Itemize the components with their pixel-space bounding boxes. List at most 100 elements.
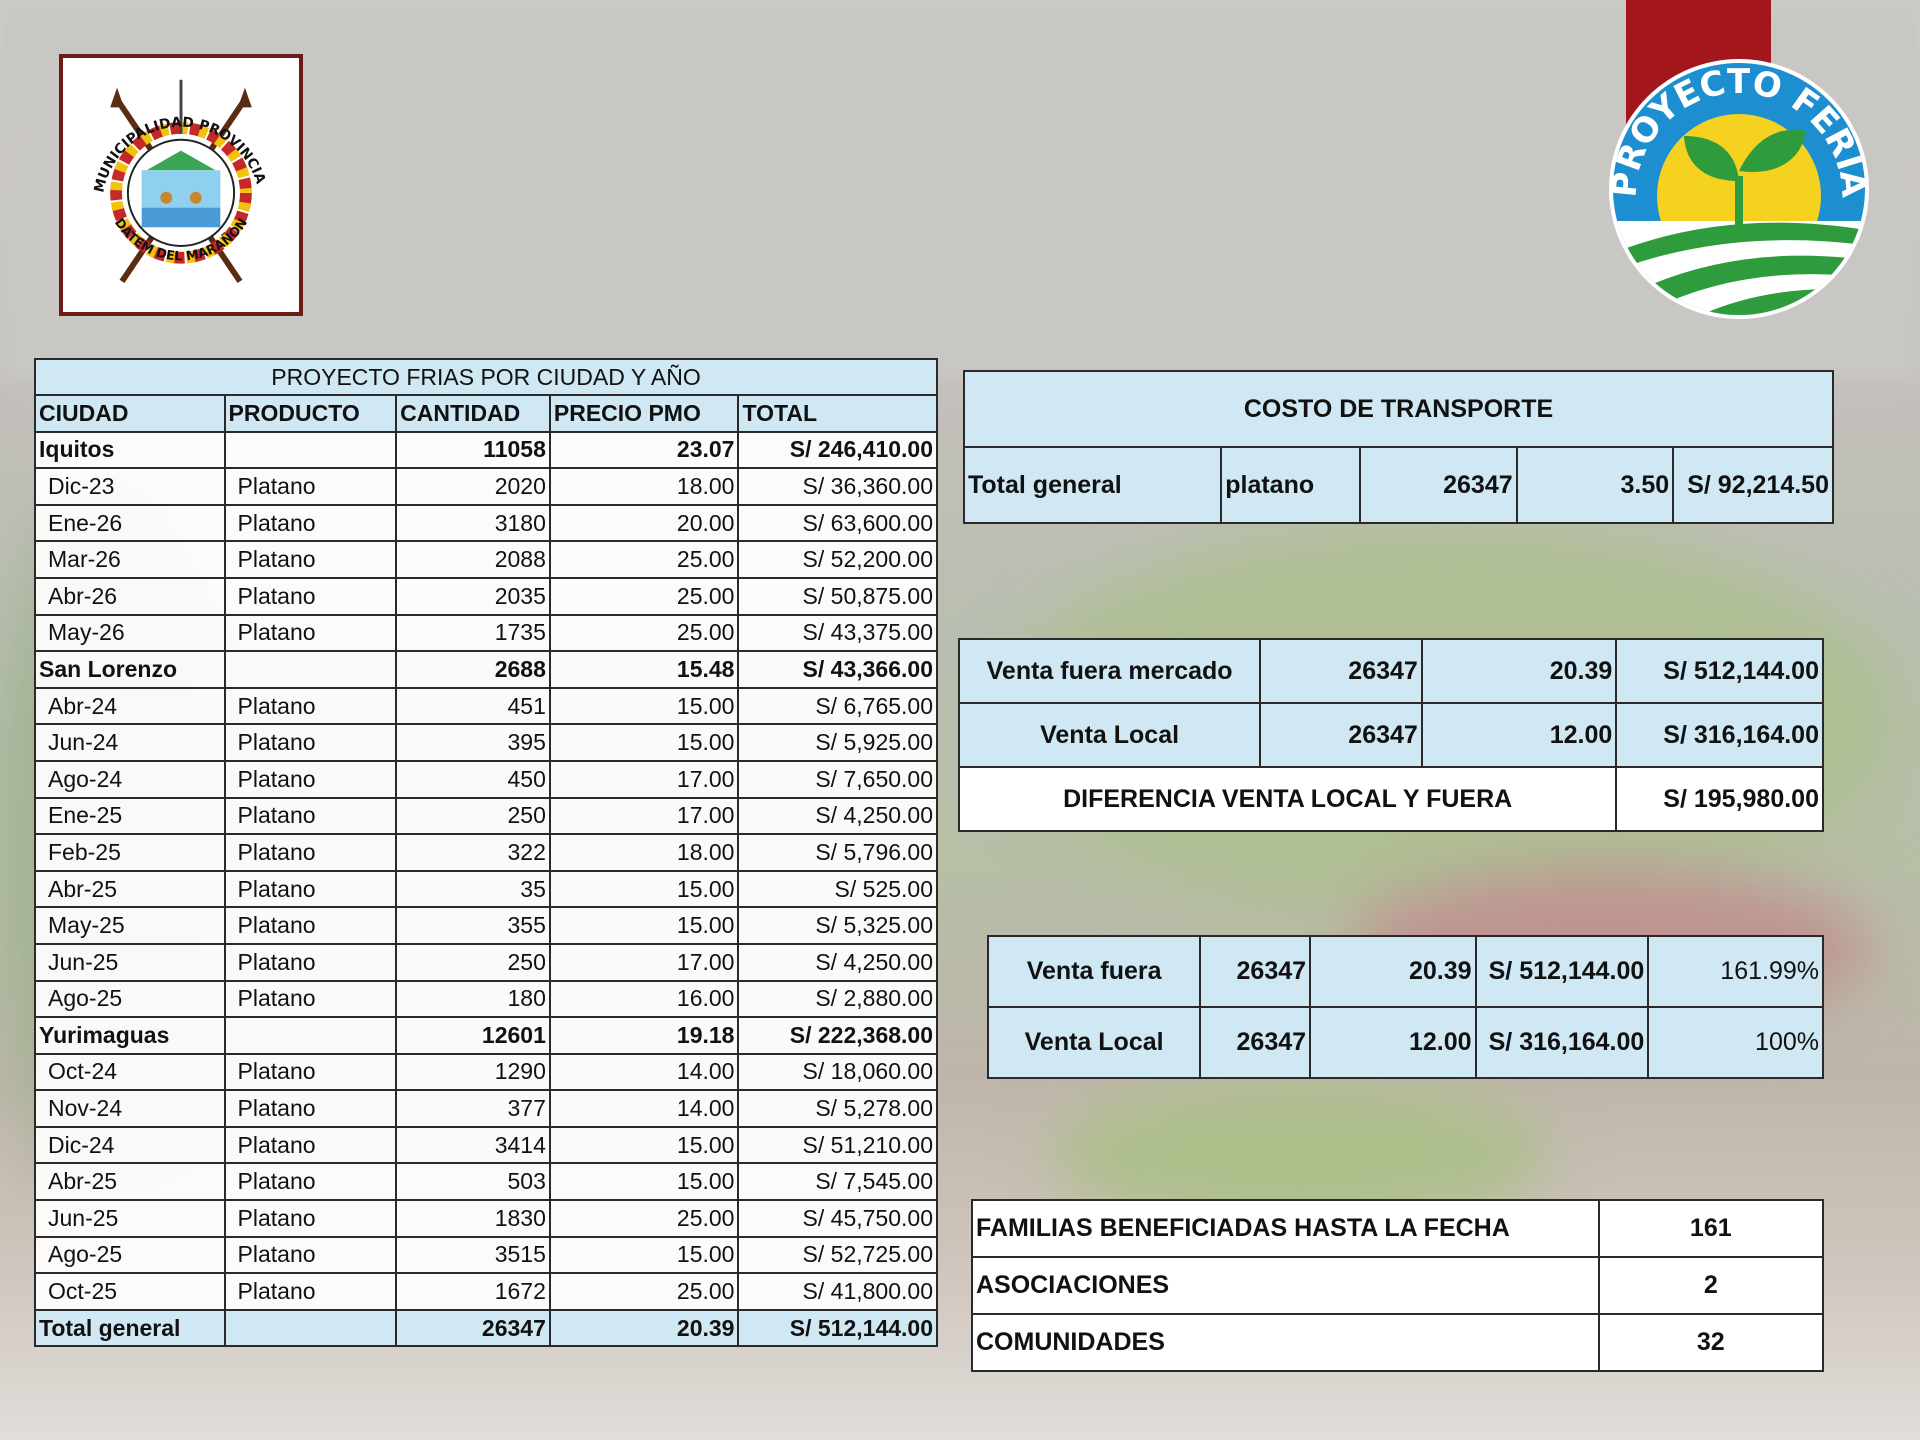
cell-total: S/ 43,366.00 bbox=[737, 650, 938, 689]
cell-precio: 25.00 bbox=[548, 1272, 740, 1311]
cell-producto: Platano bbox=[223, 796, 398, 836]
cell-producto: Platano bbox=[223, 503, 398, 543]
cell-producto: Platano bbox=[223, 1162, 398, 1202]
feria-seal-icon: PROYECTO FERIA bbox=[1604, 59, 1874, 319]
comparacion-local-pct: 100% bbox=[1647, 1006, 1824, 1079]
cell-total: S/ 4,250.00 bbox=[737, 796, 938, 836]
cell-producto bbox=[223, 1308, 398, 1348]
cell-producto: Platano bbox=[223, 1125, 398, 1165]
table-row: Ago-25 Platano 180 16.00 S/ 2,880.00 bbox=[34, 979, 938, 1019]
cell-cantidad: 395 bbox=[395, 723, 551, 762]
table-row: Ago-24 Platano 450 17.00 S/ 7,650.00 bbox=[34, 759, 938, 799]
comunidades-label: COMUNIDADES bbox=[971, 1313, 1600, 1372]
table-row: Abr-26 Platano 2035 25.00 S/ 50,875.00 bbox=[34, 576, 938, 616]
cell-total: S/ 222,368.00 bbox=[737, 1016, 938, 1055]
comparacion-local-row: Venta Local 26347 12.00 S/ 316,164.00 10… bbox=[986, 1006, 1824, 1079]
cell-cantidad: 450 bbox=[395, 759, 551, 799]
comparacion-fuera-label: Venta fuera bbox=[986, 935, 1202, 1008]
table-group-row: Iquitos 11058 23.07 S/ 246,410.00 bbox=[34, 430, 938, 470]
cell-cantidad: 11058 bbox=[395, 430, 551, 470]
asociaciones-value: 2 bbox=[1597, 1256, 1825, 1315]
table-row: May-26 Platano 1735 25.00 S/ 43,375.00 bbox=[34, 613, 938, 653]
cell-total: S/ 45,750.00 bbox=[737, 1199, 938, 1238]
table-row: Abr-25 Platano 35 15.00 S/ 525.00 bbox=[34, 869, 938, 909]
table-title-row: PROYECTO FRIAS POR CIUDAD Y AÑO bbox=[34, 358, 938, 396]
cell-ciudad: Jun-25 bbox=[34, 1199, 226, 1238]
cell-total: S/ 52,200.00 bbox=[737, 540, 938, 579]
cell-cantidad: 503 bbox=[395, 1162, 551, 1202]
cell-total: S/ 5,925.00 bbox=[737, 723, 938, 762]
venta-fuera-mercado-row: Venta fuera mercado 26347 20.39 S/ 512,1… bbox=[957, 638, 1824, 704]
cell-total: S/ 5,325.00 bbox=[737, 906, 938, 945]
cell-ciudad: Feb-25 bbox=[34, 833, 226, 872]
cell-precio: 15.00 bbox=[548, 686, 740, 726]
cell-ciudad: Oct-24 bbox=[34, 1052, 226, 1092]
venta-local-total: S/ 316,164.00 bbox=[1615, 702, 1824, 768]
cell-precio: 15.48 bbox=[548, 650, 740, 689]
municipal-seal-icon: MUNICIPALIDAD PROVINCIAL DATEM DEL MARAÑ… bbox=[59, 48, 269, 284]
transporte-label: Total general bbox=[962, 446, 1223, 524]
comparacion-fuera-precio: 20.39 bbox=[1309, 935, 1477, 1008]
cell-cantidad: 180 bbox=[395, 979, 551, 1019]
table-row: Ago-25 Platano 3515 15.00 S/ 52,725.00 bbox=[34, 1235, 938, 1275]
cell-precio: 15.00 bbox=[548, 906, 740, 945]
cell-total: S/ 7,650.00 bbox=[737, 759, 938, 799]
cell-total: S/ 6,765.00 bbox=[737, 686, 938, 726]
cell-producto bbox=[223, 430, 398, 470]
cell-precio: 20.00 bbox=[548, 503, 740, 543]
cell-ciudad: Yurimaguas bbox=[34, 1016, 226, 1055]
cell-precio: 25.00 bbox=[548, 1199, 740, 1238]
cell-total: S/ 4,250.00 bbox=[737, 942, 938, 982]
cell-producto: Platano bbox=[223, 540, 398, 579]
cell-cantidad: 2035 bbox=[395, 576, 551, 616]
cell-precio: 23.07 bbox=[548, 430, 740, 470]
cell-producto: Platano bbox=[223, 467, 398, 506]
cell-ciudad: Abr-24 bbox=[34, 686, 226, 726]
cell-total: S/ 512,144.00 bbox=[737, 1308, 938, 1348]
cell-producto: Platano bbox=[223, 906, 398, 945]
table-total-row: Total general 26347 20.39 S/ 512,144.00 bbox=[34, 1308, 938, 1348]
cell-producto: Platano bbox=[223, 613, 398, 653]
cell-cantidad: 1290 bbox=[395, 1052, 551, 1092]
cell-total: S/ 5,796.00 bbox=[737, 833, 938, 872]
cell-cantidad: 250 bbox=[395, 796, 551, 836]
cell-precio: 17.00 bbox=[548, 942, 740, 982]
cell-producto bbox=[223, 1016, 398, 1055]
cell-cantidad: 322 bbox=[395, 833, 551, 872]
cell-cantidad: 2020 bbox=[395, 467, 551, 506]
table-row: Mar-26 Platano 2088 25.00 S/ 52,200.00 bbox=[34, 540, 938, 579]
cell-producto: Platano bbox=[223, 1089, 398, 1128]
familias-label: FAMILIAS BENEFICIADAS HASTA LA FECHA bbox=[971, 1199, 1600, 1258]
cell-cantidad: 2688 bbox=[395, 650, 551, 689]
comparacion-fuera-row: Venta fuera 26347 20.39 S/ 512,144.00 16… bbox=[986, 935, 1824, 1008]
venta-comparacion-table: Venta fuera 26347 20.39 S/ 512,144.00 16… bbox=[986, 935, 1824, 1079]
cell-total: S/ 43,375.00 bbox=[737, 613, 938, 653]
cell-producto: Platano bbox=[223, 576, 398, 616]
cell-ciudad: Ene-26 bbox=[34, 503, 226, 543]
cell-producto: Platano bbox=[223, 1199, 398, 1238]
table-row: Jun-25 Platano 250 17.00 S/ 4,250.00 bbox=[34, 942, 938, 982]
cell-cantidad: 12601 bbox=[395, 1016, 551, 1055]
cell-cantidad: 1672 bbox=[395, 1272, 551, 1311]
cell-producto: Platano bbox=[223, 1235, 398, 1275]
cell-cantidad: 1735 bbox=[395, 613, 551, 653]
cell-total: S/ 36,360.00 bbox=[737, 467, 938, 506]
cell-precio: 19.18 bbox=[548, 1016, 740, 1055]
diferencia-total: S/ 195,980.00 bbox=[1615, 766, 1824, 832]
cell-precio: 20.39 bbox=[548, 1308, 740, 1348]
table-row: Nov-24 Platano 377 14.00 S/ 5,278.00 bbox=[34, 1089, 938, 1128]
cell-total: S/ 246,410.00 bbox=[737, 430, 938, 470]
cell-precio: 16.00 bbox=[548, 979, 740, 1019]
table-row: Feb-25 Platano 322 18.00 S/ 5,796.00 bbox=[34, 833, 938, 872]
cell-producto bbox=[223, 650, 398, 689]
transporte-cantidad: 26347 bbox=[1359, 446, 1518, 524]
cell-precio: 15.00 bbox=[548, 1125, 740, 1165]
familias-row: FAMILIAS BENEFICIADAS HASTA LA FECHA 161 bbox=[971, 1199, 1825, 1258]
cell-total: S/ 525.00 bbox=[737, 869, 938, 909]
comparacion-local-total: S/ 316,164.00 bbox=[1474, 1006, 1650, 1079]
cell-precio: 17.00 bbox=[548, 796, 740, 836]
table-row: Abr-25 Platano 503 15.00 S/ 7,545.00 bbox=[34, 1162, 938, 1202]
cell-ciudad: Total general bbox=[34, 1308, 226, 1348]
table-row: Dic-23 Platano 2020 18.00 S/ 36,360.00 bbox=[34, 467, 938, 506]
table-row: Ene-26 Platano 3180 20.00 S/ 63,600.00 bbox=[34, 503, 938, 543]
